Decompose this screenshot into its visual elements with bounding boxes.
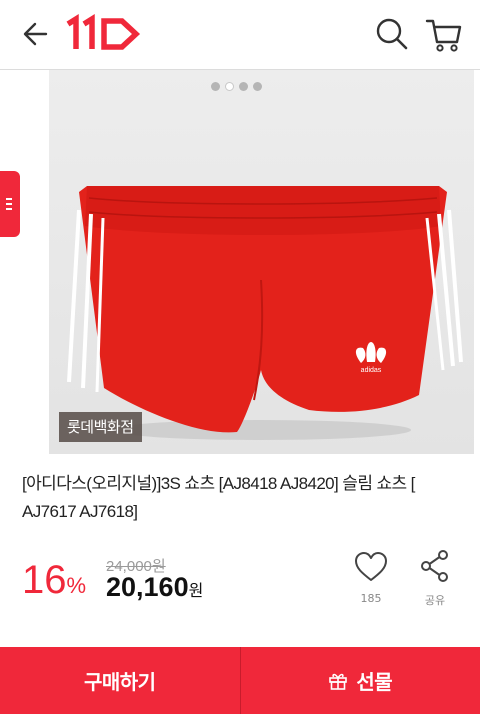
like-count: 185 — [360, 592, 382, 605]
product-photo: adidas — [49, 70, 474, 454]
gift-button-label: 선물 — [356, 670, 393, 694]
gift-icon — [329, 673, 348, 690]
bottom-action-bar: 구매하기 선물 — [0, 647, 480, 714]
cart-icon[interactable] — [424, 16, 464, 54]
top-header: 11 — [0, 0, 480, 70]
buy-button[interactable]: 구매하기 — [0, 647, 240, 714]
image-pagination — [211, 82, 262, 92]
arrow-left-icon[interactable] — [20, 18, 52, 50]
sale-price-value: 20,160 — [106, 572, 189, 602]
share-button[interactable]: 공유 — [414, 549, 456, 609]
page-dot[interactable] — [253, 82, 262, 91]
buy-button-label: 구매하기 — [83, 670, 156, 694]
eleven-street-logo[interactable]: 11 — [64, 14, 142, 54]
grip-line — [6, 208, 12, 210]
grip-line — [6, 203, 12, 205]
page-dot-active[interactable] — [225, 82, 234, 91]
grip-line — [6, 198, 12, 200]
svg-text:adidas: adidas — [361, 367, 382, 374]
like-button[interactable]: 185 — [350, 549, 392, 609]
discount-rate: 16% — [22, 556, 86, 610]
search-icon[interactable] — [374, 16, 410, 52]
gift-button[interactable]: 선물 — [239, 647, 480, 714]
store-badge: 롯데백화점 — [59, 412, 142, 442]
heart-icon — [355, 552, 387, 581]
share-label: 공유 — [424, 594, 446, 607]
discount-value: 16 — [22, 558, 67, 602]
discount-unit: % — [66, 573, 87, 598]
product-image-gallery[interactable]: adidas 롯데백화점 — [49, 70, 474, 454]
page-dot[interactable] — [239, 82, 248, 91]
sale-price: 20,160원 — [106, 570, 203, 609]
share-icon — [421, 550, 448, 582]
sale-price-unit: 원 — [188, 583, 204, 600]
side-drawer-handle[interactable] — [0, 171, 20, 237]
page-dot[interactable] — [211, 82, 220, 91]
product-title: [아디다스(오리지널)]3S 쇼츠 [AJ8418 AJ8420] 슬림 쇼츠 … — [22, 474, 415, 521]
